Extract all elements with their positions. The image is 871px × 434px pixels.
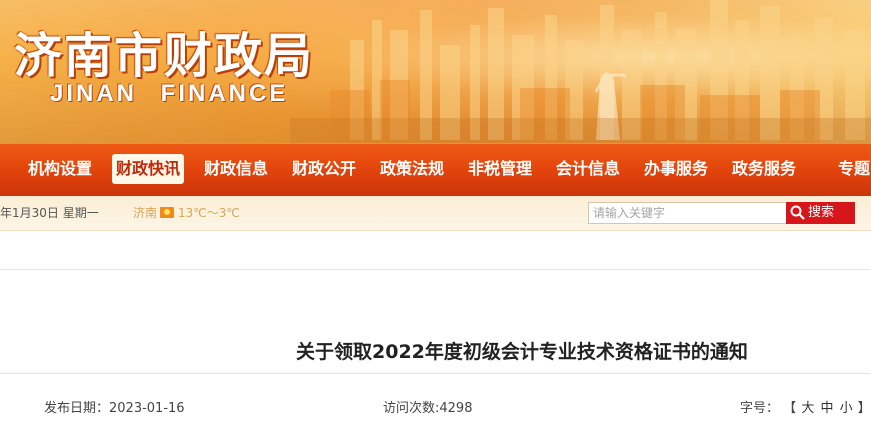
nav-item-news[interactable]: 财政快讯 — [112, 154, 185, 184]
weather-city: 济南 — [133, 206, 158, 220]
header-banner: 济南市财政局 JINAN FINANCE — [0, 0, 871, 143]
publish-date: 发布日期：2023-01-16 — [44, 401, 185, 416]
weather-temperature: 13℃～3℃ — [178, 206, 240, 220]
search-input[interactable] — [588, 202, 788, 224]
search-button-label: 搜索 — [808, 205, 835, 220]
search-button[interactable]: 搜索 — [786, 202, 855, 224]
nav-item-services[interactable]: 办事服务 — [640, 154, 712, 184]
divider — [0, 269, 871, 270]
site-subtitle: JINAN FINANCE — [50, 80, 289, 107]
nav-item-policy[interactable]: 政策法规 — [376, 154, 448, 184]
font-bracket-open: 【 — [783, 401, 797, 416]
nav-item-gov-services[interactable]: 政务服务 — [728, 154, 800, 184]
nav-item-finance-info[interactable]: 财政信息 — [200, 154, 272, 184]
visit-count: 访问次数:4298 — [383, 401, 473, 416]
font-size-label: 字号： — [740, 401, 780, 416]
article-title: 关于领取2022年度初级会计专业技术资格证书的通知 — [296, 341, 748, 363]
divider — [0, 373, 871, 374]
nav-item-disclosure[interactable]: 财政公开 — [288, 154, 360, 184]
sun-icon — [160, 207, 175, 218]
site-title: 济南市财政局 — [14, 28, 315, 84]
search-icon — [790, 205, 805, 220]
font-bracket-close: 】 — [857, 401, 871, 416]
main-nav: 机构设置 财政快讯 财政信息 财政公开 政策法规 非税管理 会计信息 办事服务 … — [0, 143, 871, 197]
nav-item-org[interactable]: 机构设置 — [24, 154, 96, 184]
font-large-button[interactable]: 大 — [800, 401, 815, 416]
weather-widget: 济南 13℃～3℃ — [133, 204, 240, 221]
nav-item-nontax[interactable]: 非税管理 — [464, 154, 536, 184]
font-size-control: 字号： 【 大 中 小 】 — [740, 397, 871, 416]
nav-item-topics[interactable]: 专题 — [834, 154, 871, 184]
current-date: 年1月30日 星期一 — [0, 206, 99, 220]
font-medium-button[interactable]: 中 — [819, 401, 834, 416]
font-small-button[interactable]: 小 — [839, 401, 854, 416]
nav-item-accounting[interactable]: 会计信息 — [552, 154, 624, 184]
